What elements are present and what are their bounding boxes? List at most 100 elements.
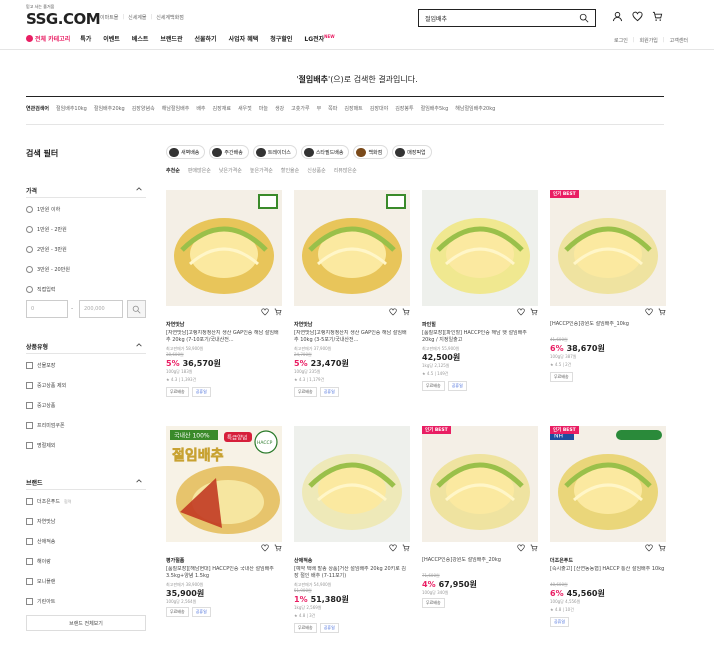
gnb-item[interactable]: 특가 [80,34,91,43]
type-option[interactable]: 명절제외 [26,442,55,449]
price-option[interactable]: 1만원 - 2만원 [26,226,67,233]
sort-option[interactable]: 신상품순 [307,167,325,174]
price-option[interactable]: 1만원 이하 [26,206,60,213]
related-keyword[interactable]: 해남절임배추20kg [455,105,495,112]
ssg-logo[interactable]: SSG.COM [26,10,101,28]
price-option[interactable]: 3만원 - 20만원 [26,266,70,273]
product-card[interactable]: 자연맛남 [자연맛남]고랭지청정산지 생산 GAP인증 해남 절임배추 10kg … [294,190,410,397]
product-name[interactable]: [자연맛남]고랭지청정산지 생산 GAP인증 해남 절임배추 10kg (3-5… [294,330,410,344]
related-keyword[interactable]: 배추 [196,105,205,112]
sort-option[interactable]: 리뷰많은순 [334,167,357,174]
delivery-chip[interactable]: 매장픽업 [392,145,432,159]
chevron-up-icon[interactable] [136,478,142,484]
cart-icon[interactable] [652,11,663,22]
product-brand[interactable]: 파인힐 [422,321,436,328]
related-keyword[interactable]: 고춧가루 [291,105,309,112]
related-keyword[interactable]: 생강 [275,105,284,112]
heart-icon[interactable] [389,308,397,316]
heart-icon[interactable] [389,544,397,552]
delivery-chip[interactable]: 스타필드배송 [300,145,350,159]
sort-option[interactable]: 추천순 [166,167,180,174]
delivery-chip[interactable]: 주간배송 [209,145,249,159]
heart-icon[interactable] [261,544,269,552]
all-category-button[interactable]: 전체 카테고리 [26,34,70,43]
product-card[interactable]: NH 인기 BEST 더조은푸드 [즉시출고] [산연동농협] HACCP 통산 … [550,426,666,627]
product-image[interactable]: 국내산 100% 특급양념 절임배추 HACCP [166,426,282,542]
brand-option[interactable]: 해이랑 [26,558,51,565]
product-image[interactable]: 인기 BEST [422,426,538,542]
related-keyword[interactable]: 무 [317,105,322,112]
brand-option[interactable]: 자연맛남 [26,518,55,525]
product-card[interactable]: 인기 BEST [HACCP인증]강원도 절임배추_20kg 71,600원 4% 6… [422,426,538,608]
related-keyword[interactable]: 절임배추20kg [94,105,125,112]
related-keyword[interactable]: 김장봉투 [395,105,413,112]
product-brand[interactable]: 산애적송 [294,557,312,564]
customer-center-link[interactable]: 고객센터 [670,37,688,44]
search-input[interactable] [425,14,579,22]
price-option[interactable]: 직접입력 [26,286,55,293]
gnb-item-lg[interactable]: LG전자NEW [304,34,334,43]
type-option[interactable]: 중고상품 제외 [26,382,66,389]
related-keyword[interactable]: 김장대야 [370,105,388,112]
product-name[interactable]: [즉시출고] [산연동농협] HACCP 통산 절임배추 10kg [550,566,666,573]
product-card[interactable]: 자연맛남 [자연맛남]고랭지청정산지 생산 GAP인증 해남 절임배추 20kg … [166,190,282,397]
top-link-shinsegae[interactable]: 신세계몰 [128,14,146,21]
product-name[interactable]: [자연맛남]고랭지청정산지 생산 GAP인증 해남 절임배추 20kg (7-1… [166,330,282,344]
gnb-item[interactable]: 선물하기 [194,34,216,43]
heart-icon[interactable] [632,11,643,22]
type-option[interactable]: 중고상품 [26,402,55,409]
delivery-chip[interactable]: 트레이더스 [252,145,297,159]
related-keyword[interactable]: 김장매트 [344,105,362,112]
gnb-item[interactable]: 청구할인 [270,34,292,43]
sort-option[interactable]: 할인율순 [281,167,299,174]
cart-icon[interactable] [658,308,666,316]
brand-option[interactable]: 기린아트 [26,598,55,605]
cart-icon[interactable] [274,544,282,552]
gnb-item[interactable]: 사업자 혜택 [229,34,259,43]
cart-icon[interactable] [530,544,538,552]
delivery-chip[interactable]: 백화점 [353,145,389,159]
product-image[interactable] [294,190,410,306]
product-image[interactable] [294,426,410,542]
brand-option[interactable]: 모니플랜 [26,578,55,585]
product-card[interactable]: 파인힐 [품질보장][파인힐] HACCP인증 해남 햇 절임배추 20kg / … [422,190,538,391]
product-brand[interactable]: 자연맛남 [294,321,312,328]
heart-icon[interactable] [517,544,525,552]
brand-view-all-button[interactable]: 브랜드 전체보기 [26,615,146,631]
user-icon[interactable] [612,11,623,22]
signup-link[interactable]: 회원가입 [640,37,658,44]
brand-option[interactable]: 산애적송 [26,538,55,545]
delivery-chip[interactable]: 새벽배송 [166,145,206,159]
type-option[interactable]: 프리미엄쿠폰 [26,422,65,429]
product-name[interactable]: [HACCP인증]강원도 절임배추_20kg [422,557,538,564]
product-image[interactable] [166,190,282,306]
product-image[interactable]: 인기 BEST [550,190,666,306]
login-link[interactable]: 로그인 [614,37,628,44]
gnb-item[interactable]: 브랜드관 [160,34,182,43]
sort-option[interactable]: 판매많은순 [188,167,211,174]
sort-option[interactable]: 높은가격순 [250,167,273,174]
price-min-input[interactable]: 0 [26,300,68,318]
product-name[interactable]: [품질보장][파인힐] HACCP인증 해남 햇 절임배추 20kg / 지정일… [422,330,538,344]
cart-icon[interactable] [402,308,410,316]
brand-option[interactable]: 더조은푸드 협력 [26,498,71,505]
top-link-department[interactable]: 신세계백화점 [156,14,184,21]
heart-icon[interactable] [645,544,653,552]
chevron-up-icon[interactable] [136,186,142,192]
heart-icon[interactable] [645,308,653,316]
product-name[interactable]: [HACCP인증]강원도 절임배추_10kg [550,321,666,328]
heart-icon[interactable] [517,308,525,316]
related-keyword[interactable]: 김장양념속 [132,105,155,112]
product-name[interactable]: [품질보장][해남현대] HACCP인증 국내산 절임배추 3.5kg+양념 1… [166,566,282,580]
gnb-item[interactable]: 베스트 [132,34,149,43]
heart-icon[interactable] [261,308,269,316]
search-icon[interactable] [579,13,589,23]
product-card[interactable]: 국내산 100% 특급양념 절임배추 HACCP 평가절품 [품질보장][해남현대… [166,426,282,617]
related-keyword[interactable]: 김장재료 [213,105,231,112]
cart-icon[interactable] [402,544,410,552]
product-image[interactable]: NH 인기 BEST [550,426,666,542]
chevron-up-icon[interactable] [136,342,142,348]
gnb-item[interactable]: 이벤트 [103,34,120,43]
top-link-emart[interactable]: 이마트몰 [100,14,118,21]
price-search-button[interactable] [127,300,146,318]
